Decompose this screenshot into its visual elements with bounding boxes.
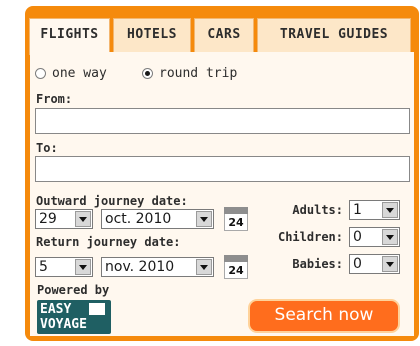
tab-flights[interactable]: FLIGHTS [29, 18, 110, 55]
return-month-value: nov. 2010 [105, 259, 175, 275]
one-way-label: one way [52, 66, 107, 81]
to-label: To: [36, 141, 58, 155]
return-date-label: Return journey date: [36, 235, 181, 249]
powered-by-label: Powered by [37, 283, 110, 297]
babies-value: 0 [353, 256, 362, 272]
adults-select[interactable]: 1 [349, 200, 400, 220]
chevron-down-icon [382, 229, 398, 245]
babies-label: Babies: [292, 257, 343, 271]
outward-calendar-day: 24 [228, 216, 244, 229]
outward-month-value: oct. 2010 [105, 211, 172, 227]
flag-icon [89, 303, 105, 315]
one-way-radio[interactable] [35, 68, 46, 79]
tab-cars[interactable]: CARS [194, 18, 254, 53]
one-way-option[interactable]: one way [35, 66, 107, 81]
tab-hotels[interactable]: HOTELS [113, 18, 191, 53]
tab-travel-guides[interactable]: TRAVEL GUIDES [257, 18, 411, 53]
outward-day-select[interactable]: 29 [35, 209, 93, 229]
adults-label: Adults: [292, 203, 343, 217]
chevron-down-icon [382, 256, 398, 272]
outward-calendar-icon[interactable]: 24 [224, 207, 248, 231]
easy-voyage-logo[interactable]: EASY VOYAGE [37, 300, 111, 334]
round-trip-option[interactable]: round trip [142, 66, 237, 81]
return-day-select[interactable]: 5 [35, 257, 93, 277]
chevron-down-icon [196, 259, 212, 275]
return-day-value: 5 [39, 259, 48, 275]
round-trip-label: round trip [159, 66, 238, 81]
return-month-select[interactable]: nov. 2010 [101, 257, 214, 277]
children-select[interactable]: 0 [349, 227, 400, 247]
chevron-down-icon [75, 211, 91, 227]
children-value: 0 [353, 229, 362, 245]
chevron-down-icon [75, 259, 91, 275]
round-trip-radio[interactable] [142, 68, 153, 79]
from-input[interactable] [35, 108, 410, 134]
outward-date-label: Outward journey date: [36, 194, 188, 208]
logo-line-2: VOYAGE [40, 317, 87, 332]
babies-select[interactable]: 0 [349, 254, 400, 274]
chevron-down-icon [382, 202, 398, 218]
return-calendar-icon[interactable]: 24 [224, 255, 248, 279]
chevron-down-icon [196, 211, 212, 227]
to-input[interactable] [35, 156, 410, 182]
from-label: From: [36, 92, 73, 106]
outward-month-select[interactable]: oct. 2010 [101, 209, 214, 229]
adults-value: 1 [353, 202, 362, 218]
outward-day-value: 29 [39, 211, 57, 227]
search-now-button[interactable]: Search now [248, 299, 400, 333]
return-calendar-day: 24 [228, 264, 244, 277]
children-label: Children: [277, 230, 343, 244]
